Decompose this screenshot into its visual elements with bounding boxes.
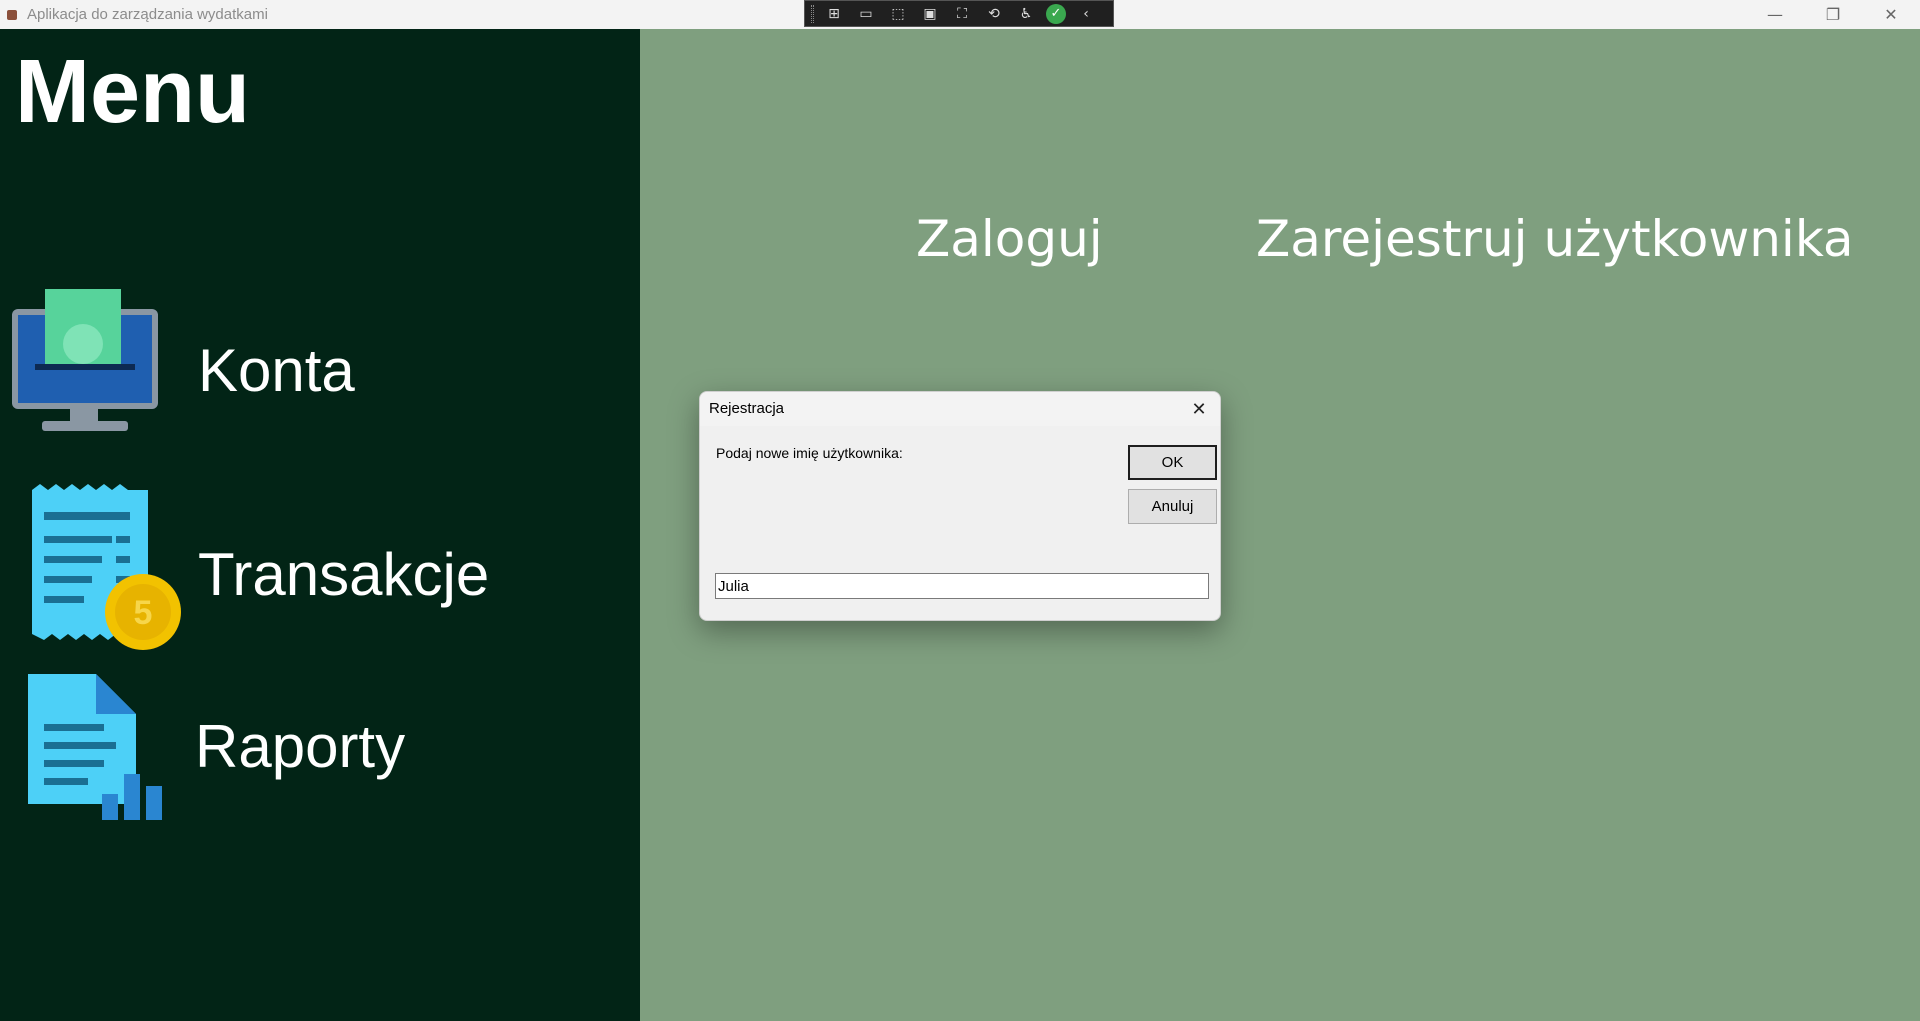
login-button[interactable]: Zaloguj xyxy=(916,210,1103,268)
window-controls: — ❐ ✕ xyxy=(1746,0,1920,29)
sidebar-item-transakcje[interactable]: 5 Transakcje xyxy=(0,484,640,650)
username-input[interactable] xyxy=(715,573,1209,599)
toolbar-grip-handle[interactable] xyxy=(811,4,814,23)
sidebar-item-label: Raporty xyxy=(195,713,406,780)
coin-label: 5 xyxy=(134,594,153,632)
accounts-monitor-icon xyxy=(12,289,158,431)
check-status-icon[interactable]: ✓ xyxy=(1046,3,1066,24)
sidebar-item-label: Konta xyxy=(198,337,355,404)
window-title: Aplikacja do zarządzania wydatkami xyxy=(27,6,268,23)
cancel-button[interactable]: Anuluj xyxy=(1128,489,1217,524)
sidebar-item-label: Transakcje xyxy=(198,541,490,608)
sidebar-item-konta[interactable]: Konta xyxy=(0,284,640,444)
registration-dialog: Rejestracja ✕ Podaj nowe imię użytkownik… xyxy=(699,391,1221,621)
hot-reload-icon[interactable]: ⟲ xyxy=(982,3,1006,25)
track-focus-icon[interactable]: ⛶ xyxy=(950,3,974,25)
window-titlebar: Aplikacja do zarządzania wydatkami ⊞ ▭ ⬚… xyxy=(0,0,1920,29)
menu-title: Menu xyxy=(15,42,250,142)
reports-document-icon xyxy=(28,674,162,820)
close-button[interactable]: ✕ xyxy=(1862,0,1920,29)
register-user-button[interactable]: Zarejestruj użytkownika xyxy=(1256,210,1854,268)
display-layout-adorners-icon[interactable]: ▣ xyxy=(918,3,942,25)
dialog-prompt: Podaj nowe imię użytkownika: xyxy=(716,445,903,461)
app-icon xyxy=(7,10,17,20)
dialog-titlebar: Rejestracja ✕ xyxy=(700,392,1220,426)
ok-button[interactable]: OK xyxy=(1128,445,1217,480)
live-visual-tree-icon[interactable]: ⊞ xyxy=(822,3,846,25)
select-element-icon[interactable]: ⬚ xyxy=(886,3,910,25)
dialog-title: Rejestracja xyxy=(709,400,785,417)
sidebar: Menu Konta 5 Transakcje Raporty xyxy=(0,29,640,1021)
xaml-debug-toolbar: ⊞ ▭ ⬚ ▣ ⛶ ⟲ ♿ ✓ ‹ xyxy=(804,0,1114,27)
accessibility-icon[interactable]: ♿ xyxy=(1014,3,1038,25)
transactions-receipt-icon: 5 xyxy=(32,484,181,650)
sidebar-item-raporty[interactable]: Raporty xyxy=(0,669,640,829)
minimize-button[interactable]: — xyxy=(1746,0,1804,29)
video-icon[interactable]: ▭ xyxy=(854,3,878,25)
maximize-button[interactable]: ❐ xyxy=(1804,0,1862,29)
close-icon[interactable]: ✕ xyxy=(1186,396,1212,422)
collapse-toolbar-icon[interactable]: ‹ xyxy=(1074,3,1098,25)
